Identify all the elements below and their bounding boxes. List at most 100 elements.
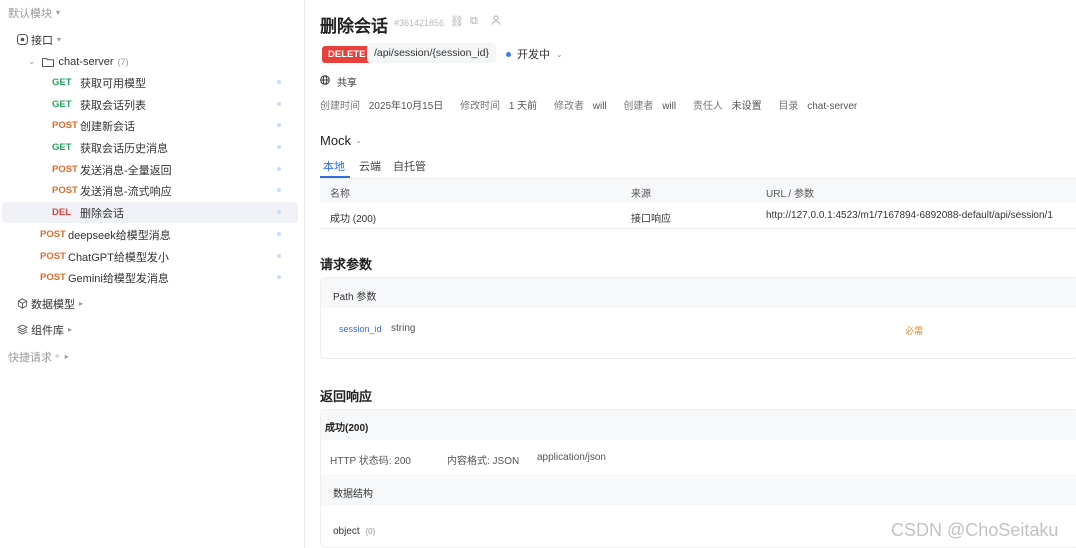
interface-label: 接口 <box>31 34 53 47</box>
mock-url[interactable]: http://127.0.0.1:4523/m1/7167894-6892088… <box>766 210 1053 221</box>
share-toggle[interactable]: 共享 <box>320 74 357 89</box>
sidebar-item-label: 创建新会话 <box>80 120 135 133</box>
share-label: 共享 <box>337 78 357 89</box>
method-badge: POST <box>52 164 78 175</box>
structure-head <box>321 474 1076 506</box>
sidebar-item-label: 获取可用模型 <box>80 77 146 90</box>
mock-toggle[interactable]: Mock ⌄ <box>320 133 362 148</box>
status-dot <box>277 80 281 84</box>
content-format: 内容格式: JSON <box>447 456 520 467</box>
divider <box>320 228 1076 229</box>
sidebar-item-send-stream[interactable]: POST 发送消息-流式响应 <box>2 180 298 201</box>
default-module[interactable]: 默认模块 ▾ <box>8 2 60 23</box>
path-params-card: Path 参数 session_id string 必需 <box>320 277 1076 359</box>
col-name: 名称 <box>330 189 350 200</box>
components-group[interactable]: 组件库 ▸ <box>16 319 72 340</box>
status-dot <box>277 210 281 214</box>
sidebar-item-label: 获取会话历史消息 <box>80 142 168 155</box>
data-models-group[interactable]: 数据模型 ▸ <box>16 293 83 314</box>
tab-self-hosted[interactable]: 自托管 <box>393 158 426 174</box>
modified-value: 1 天前 <box>508 101 538 112</box>
folder-count: (7) <box>117 56 129 67</box>
method-badge: DEL <box>52 207 71 218</box>
mock-table-header <box>320 179 1076 203</box>
user-icon[interactable] <box>491 15 501 28</box>
watermark: CSDN @ChoSeitaku <box>891 520 1059 540</box>
status-dot <box>277 123 281 127</box>
param-required: 必需 <box>905 326 924 336</box>
creator-label: 创建者 <box>623 101 654 112</box>
quick-requests-group[interactable]: 快捷请求 ✧ ▸ <box>8 346 69 367</box>
sidebar-item-create-session[interactable]: POST 创建新会话 <box>2 115 298 136</box>
method-badge: POST <box>52 185 78 196</box>
api-icon <box>16 34 28 46</box>
col-source: 来源 <box>631 189 651 200</box>
http-status: HTTP 状态码: 200 <box>330 456 411 467</box>
sidebar-item-label: 发送消息-流式响应 <box>80 185 172 198</box>
structure-title: 数据结构 <box>333 489 373 500</box>
object-count: {0} <box>365 527 376 536</box>
method-badge: POST <box>40 251 66 262</box>
default-module-label: 默认模块 <box>8 7 52 20</box>
status-dot <box>277 102 281 106</box>
status-select[interactable]: 开发中 ⌄ <box>506 46 563 62</box>
method-badge: POST <box>52 120 78 131</box>
modified-label: 修改时间 <box>460 101 501 112</box>
sidebar: 默认模块 ▾ 接口 ▾ ⌄ chat-server (7) GET 获取可用模型… <box>0 0 305 548</box>
status-dot <box>277 232 281 236</box>
response-title: 返回响应 <box>320 389 373 404</box>
sidebar-item-gemini[interactable]: POST Gemini给模型发消息 <box>2 267 298 288</box>
sidebar-item-send-full[interactable]: POST 发送消息-全量返回 <box>2 159 298 180</box>
sidebar-item-delete-session[interactable]: DEL 删除会话 <box>2 202 298 223</box>
mock-name: 成功 (200) <box>330 214 377 225</box>
tab-success-200[interactable]: 成功(200) <box>325 419 368 434</box>
mock-title: Mock <box>320 133 352 148</box>
folder-chat-server[interactable]: ⌄ chat-server (7) <box>28 51 129 72</box>
method-delete-badge: DELETE <box>322 46 372 63</box>
folder-label: chat-server <box>58 55 114 68</box>
cube-icon <box>16 298 28 310</box>
components-label: 组件库 <box>31 324 64 337</box>
layers-icon <box>16 324 28 336</box>
param-type: string <box>391 323 416 334</box>
method-badge: GET <box>52 99 72 110</box>
link-icon[interactable]: ⛓ <box>450 15 464 28</box>
status-label: 开发中 <box>517 49 550 61</box>
sidebar-item-get-sessions[interactable]: GET 获取会话列表 <box>2 94 298 115</box>
caret-right-icon: ▸ <box>79 299 84 308</box>
owner-value: 未设置 <box>731 101 762 112</box>
tab-local[interactable]: 本地 <box>323 158 345 174</box>
sidebar-item-label: 发送消息-全量返回 <box>80 164 172 177</box>
copy-icon[interactable]: ⧉ <box>470 15 478 28</box>
tab-cloud[interactable]: 云端 <box>359 158 381 174</box>
quick-requests-label: 快捷请求 <box>8 351 52 364</box>
api-path[interactable]: /api/session/{session_id} <box>367 43 496 63</box>
mock-source: 接口响应 <box>631 214 671 225</box>
sidebar-item-deepseek[interactable]: POST deepseek给模型消息 <box>2 224 298 245</box>
request-title: 请求参数 <box>320 257 373 272</box>
caret-right-icon: ▸ <box>64 352 69 361</box>
created-label: 创建时间 <box>320 101 360 112</box>
status-dot-icon <box>506 51 511 57</box>
creator-value: will <box>662 101 677 112</box>
interface-group[interactable]: 接口 ▾ <box>16 29 61 50</box>
path-params-title: Path 参数 <box>333 292 377 303</box>
api-id: #361421856 <box>394 18 445 28</box>
sidebar-item-get-history[interactable]: GET 获取会话历史消息 <box>2 137 298 158</box>
method-badge: GET <box>52 77 72 88</box>
owner-label: 责任人 <box>692 101 723 112</box>
sidebar-item-chatgpt[interactable]: POST ChatGPT给模型发小 <box>2 246 298 267</box>
chevron-down-icon: ⌄ <box>28 56 36 66</box>
content-type: application/json <box>537 452 606 463</box>
param-name: session_id <box>339 324 382 334</box>
caret-down-icon: ▾ <box>57 35 62 44</box>
sidebar-item-get-models[interactable]: GET 获取可用模型 <box>2 72 298 93</box>
method-badge: GET <box>52 142 72 153</box>
page-title: 删除会话 <box>320 17 388 36</box>
caret-right-icon: ▸ <box>68 325 73 334</box>
created-value: 2025年10月15日 <box>368 101 444 112</box>
chevron-down-icon: ⌄ <box>556 49 563 59</box>
modifier-label: 修改者 <box>553 101 584 112</box>
meta-row: 创建时间 2025年10月15日 修改时间 1 天前 修改者 will 创建者 … <box>320 97 857 112</box>
col-url: URL / 参数 <box>766 189 814 200</box>
